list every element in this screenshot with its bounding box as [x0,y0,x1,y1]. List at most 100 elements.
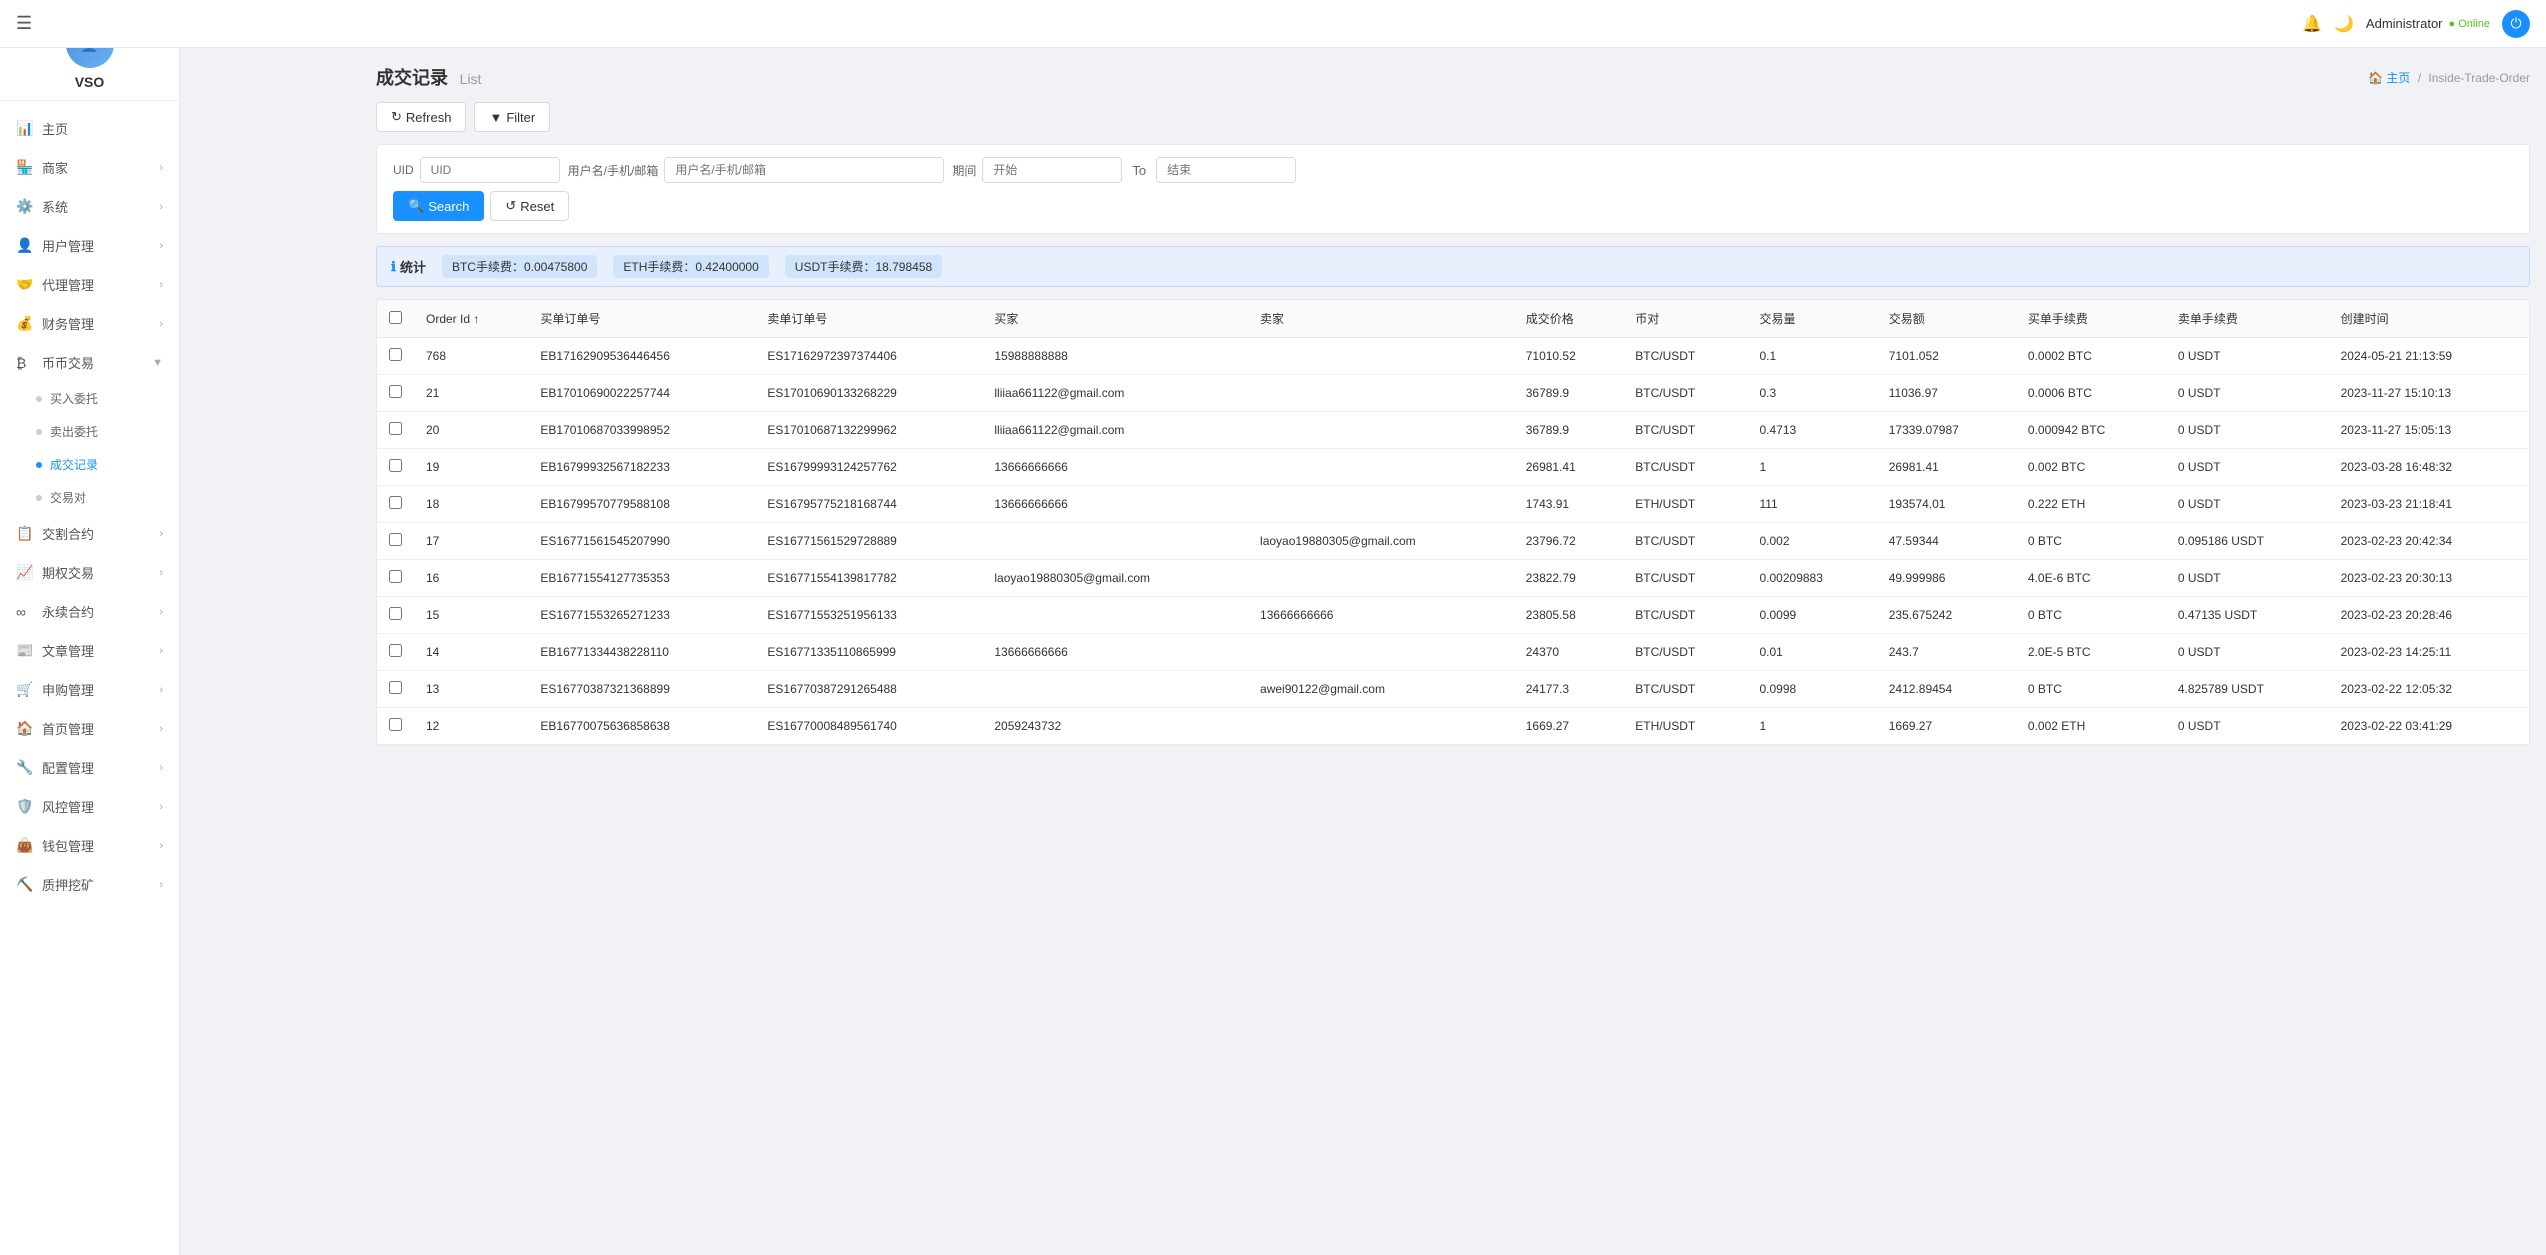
bell-icon[interactable]: 🔔 [2302,14,2322,34]
sidebar-item-perpetual[interactable]: ∞永续合约› [0,592,179,631]
uid-field: UID [393,157,560,183]
sidebar-item-homepage[interactable]: 🏠首页管理› [0,709,179,748]
cell-seller-fee: 0 USDT [2166,449,2329,486]
cell-sell-order: ES16770008489561740 [755,708,982,745]
cell-sell-order: ES16771553251956133 [755,597,982,634]
row-checkbox[interactable] [389,348,402,361]
arrow-icon: › [159,606,163,618]
cell-order-id: 16 [414,560,528,597]
sidebar-item-wallet[interactable]: 👜钱包管理› [0,826,179,865]
sidebar-item-user[interactable]: 👤用户管理› [0,226,179,265]
menu-label: 用户管理 [42,236,94,255]
cell-seller-fee: 0 USDT [2166,375,2329,412]
cell-buyer-fee: 0.0002 BTC [2016,338,2166,375]
cell-seller-fee: 0 USDT [2166,338,2329,375]
col-buy-order: 买单订单号 [528,300,755,338]
cell-amount: 235.675242 [1877,597,2016,634]
sidebar-item-home[interactable]: 📊主页 [0,109,179,148]
cell-buyer [982,597,1248,634]
breadcrumb-current: Inside-Trade-Order [2428,71,2530,85]
cell-sell-order: ES16771554139817782 [755,560,982,597]
sidebar-item-sell-order[interactable]: 卖出委托 [0,415,179,448]
power-button[interactable]: ⏻ [2502,10,2530,38]
row-checkbox[interactable] [389,718,402,731]
hamburger-icon[interactable]: ☰ [16,13,32,34]
cell-seller [1248,412,1514,449]
cell-seller-fee: 0 USDT [2166,708,2329,745]
row-checkbox[interactable] [389,644,402,657]
sidebar-item-system[interactable]: ⚙️系统› [0,187,179,226]
cell-amount: 193574.01 [1877,486,2016,523]
cell-buyer: lliiaa661122@gmail.com [982,375,1248,412]
moon-icon[interactable]: 🌙 [2334,14,2354,34]
user-input[interactable] [664,157,944,183]
select-all-checkbox[interactable] [389,311,402,324]
table-row: 15 ES16771553265271233 ES167715532519561… [377,597,2529,634]
cell-volume: 1 [1747,708,1876,745]
uid-input[interactable] [420,157,560,183]
sidebar-item-contract[interactable]: 📋交割合约› [0,514,179,553]
row-checkbox[interactable] [389,533,402,546]
cell-sell-order: ES17010687132299962 [755,412,982,449]
table-row: 19 EB16799932567182233 ES167999931242577… [377,449,2529,486]
cell-buyer: 15988888888 [982,338,1248,375]
sidebar-item-risk[interactable]: 🛡️风控管理› [0,787,179,826]
sidebar-menu: 📊主页🏪商家›⚙️系统›👤用户管理›🤝代理管理›💰财务管理›₿币币交易▼买入委托… [0,101,179,1255]
cell-price: 24370 [1514,634,1624,671]
sidebar-item-options[interactable]: 📈期权交易› [0,553,179,592]
row-checkbox[interactable] [389,496,402,509]
date-to-input[interactable] [1156,157,1296,183]
sidebar-item-buy-order[interactable]: 买入委托 [0,382,179,415]
sidebar-item-config[interactable]: 🔧配置管理› [0,748,179,787]
sidebar-item-coin-trade[interactable]: ₿币币交易▼ [0,343,179,382]
sidebar-item-purchase[interactable]: 🛒申购管理› [0,670,179,709]
sidebar-item-article[interactable]: 📰文章管理› [0,631,179,670]
breadcrumb-home-link[interactable]: 主页 [2386,71,2410,85]
arrow-icon: › [159,240,163,252]
table-body: 768 EB17162909536446456 ES17162972397374… [377,338,2529,745]
sidebar-item-merchant[interactable]: 🏪商家› [0,148,179,187]
sidebar-item-mining[interactable]: ⛏️质押挖矿› [0,865,179,904]
date-from-input[interactable] [982,157,1122,183]
cell-created: 2023-03-28 16:48:32 [2329,449,2529,486]
breadcrumb-home-icon: 🏠 [2368,71,2383,85]
reset-icon: ↺ [505,198,516,214]
reset-button[interactable]: ↺ Reset [490,191,569,221]
cell-buyer: 13666666666 [982,486,1248,523]
search-button[interactable]: 🔍 Search [393,191,484,221]
table-header: Order Id ↑ 买单订单号 卖单订单号 买家 卖家 成交价格 币对 交易量… [377,300,2529,338]
cell-amount: 49.999986 [1877,560,2016,597]
row-checkbox[interactable] [389,570,402,583]
row-checkbox[interactable] [389,422,402,435]
cell-buy-order: EB16771554127735353 [528,560,755,597]
sidebar-item-agent[interactable]: 🤝代理管理› [0,265,179,304]
contract-icon: 📋 [16,525,34,542]
trade-table: Order Id ↑ 买单订单号 卖单订单号 买家 卖家 成交价格 币对 交易量… [376,299,2530,746]
cell-amount: 7101.052 [1877,338,2016,375]
filter-button[interactable]: ▼ Filter [474,102,550,132]
row-checkbox[interactable] [389,607,402,620]
menu-label: 商家 [42,158,68,177]
row-checkbox[interactable] [389,681,402,694]
refresh-button[interactable]: ↻ Refresh [376,102,466,132]
cell-buyer: lliiaa661122@gmail.com [982,412,1248,449]
submenu-label: 成交记录 [50,456,98,473]
sidebar-item-trade-record[interactable]: 成交记录 [0,448,179,481]
sidebar-item-trade-pair[interactable]: 交易对 [0,481,179,514]
col-amount: 交易额 [1877,300,2016,338]
cell-seller-fee: 0 USDT [2166,412,2329,449]
cell-seller-fee: 0 USDT [2166,560,2329,597]
row-checkbox[interactable] [389,385,402,398]
cell-price: 36789.9 [1514,412,1624,449]
col-created: 创建时间 [2329,300,2529,338]
table-row: 16 EB16771554127735353 ES167715541398177… [377,560,2529,597]
merchant-icon: 🏪 [16,159,34,176]
cell-sell-order: ES17010690133268229 [755,375,982,412]
cell-buyer-fee: 0 BTC [2016,671,2166,708]
cell-buyer: laoyao19880305@gmail.com [982,560,1248,597]
sidebar-item-finance[interactable]: 💰财务管理› [0,304,179,343]
cell-buyer-fee: 2.0E-5 BTC [2016,634,2166,671]
cell-price: 23796.72 [1514,523,1624,560]
row-checkbox[interactable] [389,459,402,472]
cell-buyer [982,523,1248,560]
